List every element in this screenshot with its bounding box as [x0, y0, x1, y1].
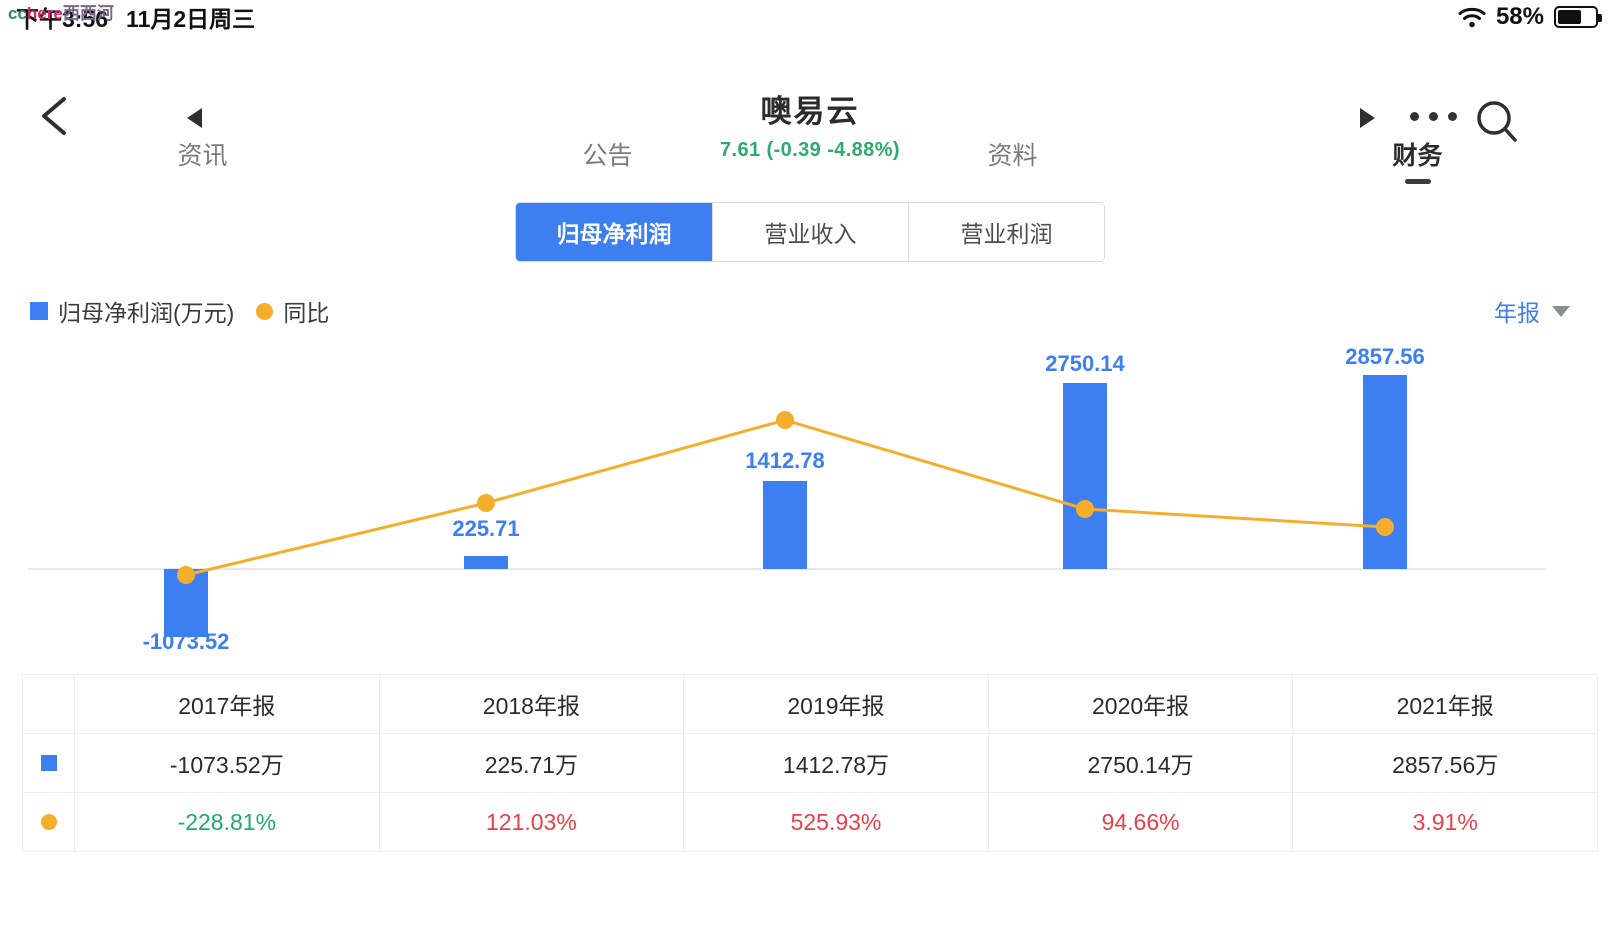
table-header-2017: 2017年报: [74, 674, 380, 734]
wifi-icon: [1458, 6, 1486, 28]
yoy-point-2019: [776, 411, 794, 429]
segment-label: 营业利润: [960, 221, 1053, 247]
legend-square-icon: [40, 754, 57, 771]
cell-yoy-2020: 94.66%: [987, 792, 1294, 852]
tab-label: 公告: [582, 142, 633, 170]
cell-yoy-2019: 525.93%: [683, 792, 989, 852]
status-bar-right: 58%: [1458, 3, 1604, 31]
bar-2021: [1363, 375, 1407, 569]
cell-profit-2020: 2750.14万: [987, 733, 1294, 793]
cell-yoy-2018: 121.03%: [378, 792, 685, 852]
legend-item-net-profit: 归母净利润(万元): [30, 294, 234, 328]
bar-label-2019: 1412.78: [745, 448, 825, 473]
chart-svg: -1073.52 225.71 1412.78 2750.14 2857.56: [28, 344, 1545, 654]
metric-segmented-control: 归母净利润 营业收入 营业利润: [515, 202, 1105, 262]
financial-table: 2017年报 2018年报 2019年报 2020年报 2021年报 -1073…: [22, 674, 1598, 852]
yoy-point-2020: [1076, 500, 1094, 518]
legend-square-icon: [30, 302, 48, 320]
app-header: 噢易云 7.61 (-0.39 -4.88%): [0, 34, 1620, 161]
cell-profit-2021: 2857.56万: [1292, 733, 1598, 793]
table-header-2018: 2018年报: [378, 674, 685, 734]
tab-gonggao[interactable]: 公告: [405, 130, 810, 172]
segment-label: 归母净利润: [556, 221, 672, 247]
bar-label-2017: -1073.52: [143, 629, 230, 654]
yoy-point-2021: [1376, 518, 1394, 536]
chart-legend-row: 归母净利润(万元) 同比 年报: [0, 294, 1620, 328]
financial-chart: -1073.52 225.71 1412.78 2750.14 2857.56: [0, 340, 1620, 670]
table-row: -1073.52万 225.71万 1412.78万 2750.14万 2857…: [22, 733, 1598, 793]
tab-label: 资料: [987, 142, 1038, 170]
row-marker-cell: [22, 792, 75, 852]
segment-revenue[interactable]: 营业收入: [712, 203, 908, 261]
yoy-point-2018: [477, 494, 495, 512]
tab-zixun[interactable]: 资讯: [0, 130, 405, 172]
bar-label-2018: 225.71: [452, 516, 519, 541]
tab-caiwu[interactable]: 财务: [1215, 130, 1620, 184]
cell-yoy-2021: 3.91%: [1292, 792, 1598, 852]
table-header-row: 2017年报 2018年报 2019年报 2020年报 2021年报: [22, 674, 1598, 734]
cell-profit-2017: -1073.52万: [74, 733, 380, 793]
segment-net-profit[interactable]: 归母净利润: [516, 203, 712, 261]
segment-operating-profit[interactable]: 营业利润: [908, 203, 1104, 261]
cell-yoy-2017: -228.81%: [74, 792, 380, 852]
cell-profit-2018: 225.71万: [378, 733, 685, 793]
legend-label: 归母净利润(万元): [58, 300, 235, 326]
active-tab-indicator: [1404, 179, 1431, 184]
battery-percent: 58%: [1495, 3, 1544, 30]
bar-label-2020: 2750.14: [1045, 351, 1125, 376]
financial-table-wrap: 2017年报 2018年报 2019年报 2020年报 2021年报 -1073…: [0, 674, 1620, 852]
status-bar: 下午3:56 11月2日周三 cchere西西河 58%: [0, 0, 1620, 34]
status-bar-left: 下午3:56 11月2日周三: [16, 0, 255, 34]
bar-2018: [464, 556, 508, 569]
table-row: -228.81% 121.03% 525.93% 94.66% 3.91%: [22, 792, 1598, 852]
table-header-blank: [22, 674, 75, 734]
legend-label: 同比: [283, 300, 330, 326]
legend-item-yoy: 同比: [256, 294, 329, 328]
tab-label: 财务: [1392, 142, 1443, 170]
period-selector[interactable]: 年报: [1494, 294, 1590, 328]
table-header-2019: 2019年报: [683, 674, 989, 734]
battery-icon: [1554, 6, 1602, 28]
status-time: 下午3:56: [16, 6, 109, 32]
caret-down-icon: [1552, 305, 1570, 317]
status-date: 11月2日周三: [126, 6, 256, 32]
cell-profit-2019: 1412.78万: [683, 733, 989, 793]
ellipsis-icon[interactable]: [1410, 112, 1457, 121]
tab-label: 资讯: [177, 142, 228, 170]
metric-segmented-control-wrap: 归母净利润 营业收入 营业利润: [0, 202, 1620, 262]
segment-label: 营业收入: [764, 221, 857, 247]
table-header-2020: 2020年报: [987, 674, 1294, 734]
yoy-point-2017: [177, 566, 195, 584]
section-tabs: 资讯 公告 资料 财务: [0, 130, 1620, 192]
period-selector-label: 年报: [1494, 300, 1540, 326]
row-marker-cell: [22, 733, 75, 793]
legend-dot-icon: [256, 302, 274, 320]
bar-2020: [1063, 383, 1107, 569]
bar-label-2021: 2857.56: [1345, 344, 1425, 369]
legend-dot-icon: [40, 813, 57, 830]
table-header-2021: 2021年报: [1292, 674, 1598, 734]
page-title: 噢易云: [760, 94, 860, 129]
bar-2019: [763, 481, 807, 569]
tab-ziliao[interactable]: 资料: [810, 130, 1215, 172]
